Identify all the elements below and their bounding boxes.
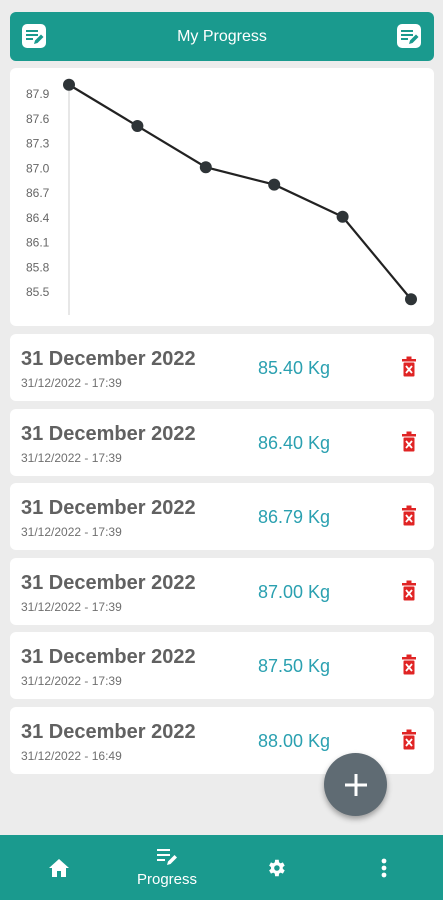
- nav-more[interactable]: [364, 835, 404, 900]
- y-tick-label: 86.7: [26, 186, 50, 200]
- entry-timestamp: 31/12/2022 - 17:39: [21, 525, 122, 539]
- line-chart: 87.9 87.6 87.3 87.0 86.7 86.4 86.1 85.8 85.5: [26, 78, 417, 315]
- list-item[interactable]: 31 December 2022 31/12/2022 - 17:39 87.50 …: [10, 632, 434, 699]
- entry-date: 31 December 2022: [21, 422, 196, 445]
- edit-note-icon[interactable]: [395, 22, 423, 50]
- entry-date: 31 December 2022: [21, 571, 196, 594]
- y-tick-label: 87.3: [26, 137, 50, 151]
- entry-timestamp: 31/12/2022 - 17:39: [21, 599, 122, 614]
- home-icon: [49, 858, 69, 877]
- entry-date: 31 December 2022: [21, 646, 196, 668]
- entry-weight: 86.40 Kg: [258, 432, 331, 453]
- list-item[interactable]: 31 December 2022 31/12/2022 - 17:39 87.00 …: [10, 557, 434, 625]
- entry-date: 31 December 2022: [21, 720, 196, 743]
- edit-note-icon[interactable]: [20, 22, 48, 50]
- app-bar: My Progress: [10, 12, 434, 61]
- y-tick-label: 85.5: [26, 285, 50, 299]
- entry-weight: 87.00 Kg: [258, 581, 331, 602]
- entry-weight: 88.00 Kg: [258, 730, 331, 751]
- delete-icon[interactable]: [401, 580, 417, 602]
- data-point: [63, 78, 75, 91]
- list-item[interactable]: 31 December 2022 31/12/2022 - 17:39 85.40 …: [10, 334, 434, 401]
- entries-list: 31 December 2022 31/12/2022 - 17:39 85.40 …: [10, 334, 434, 781]
- edit-note-icon: [157, 849, 177, 865]
- data-point: [405, 293, 417, 306]
- entry-timestamp: 31/12/2022 - 17:39: [21, 376, 122, 390]
- nav-progress-label: Progress: [136, 871, 198, 888]
- list-item[interactable]: 31 December 2022 31/12/2022 - 17:39 86.79 …: [10, 483, 434, 550]
- entry-date: 31 December 2022: [21, 497, 196, 519]
- list-item[interactable]: 31 December 2022 31/12/2022 - 17:39 86.40 …: [10, 408, 434, 476]
- bottom-navigation: Progress: [0, 835, 443, 900]
- add-entry-button[interactable]: [324, 753, 387, 816]
- entry-timestamp: 31/12/2022 - 17:39: [21, 674, 122, 688]
- delete-icon[interactable]: [401, 654, 417, 676]
- entry-weight: 87.50 Kg: [258, 656, 331, 676]
- delete-icon[interactable]: [401, 505, 417, 527]
- nav-progress[interactable]: Progress: [127, 835, 207, 900]
- series-line: [68, 83, 412, 300]
- y-tick-label: 86.4: [26, 211, 50, 225]
- data-point: [268, 178, 281, 191]
- delete-icon[interactable]: [401, 356, 417, 378]
- data-point: [199, 161, 212, 174]
- entry-weight: 86.79 Kg: [258, 507, 331, 527]
- y-tick-label: 85.8: [26, 260, 50, 274]
- delete-icon[interactable]: [401, 729, 417, 751]
- entry-timestamp: 31/12/2022 - 16:49: [21, 748, 122, 763]
- entry-timestamp: 31/12/2022 - 17:39: [21, 450, 122, 465]
- gear-icon: [269, 859, 285, 876]
- nav-settings[interactable]: [256, 835, 296, 900]
- y-tick-label: 87.6: [26, 112, 50, 126]
- delete-icon[interactable]: [401, 431, 417, 453]
- data-point: [131, 120, 144, 132]
- more-vertical-icon: [381, 858, 387, 877]
- entry-weight: 85.40 Kg: [258, 358, 331, 378]
- page-title: My Progress: [177, 27, 267, 45]
- progress-chart: 87.9 87.6 87.3 87.0 86.7 86.4 86.1 85.8 85.5: [10, 68, 434, 326]
- nav-home[interactable]: [39, 835, 79, 900]
- y-tick-label: 86.1: [26, 236, 50, 250]
- y-tick-label: 87.9: [26, 87, 50, 101]
- entry-date: 31 December 2022: [21, 348, 196, 370]
- plus-icon: [344, 773, 367, 796]
- y-tick-label: 87.0: [26, 161, 50, 175]
- data-point: [336, 210, 349, 223]
